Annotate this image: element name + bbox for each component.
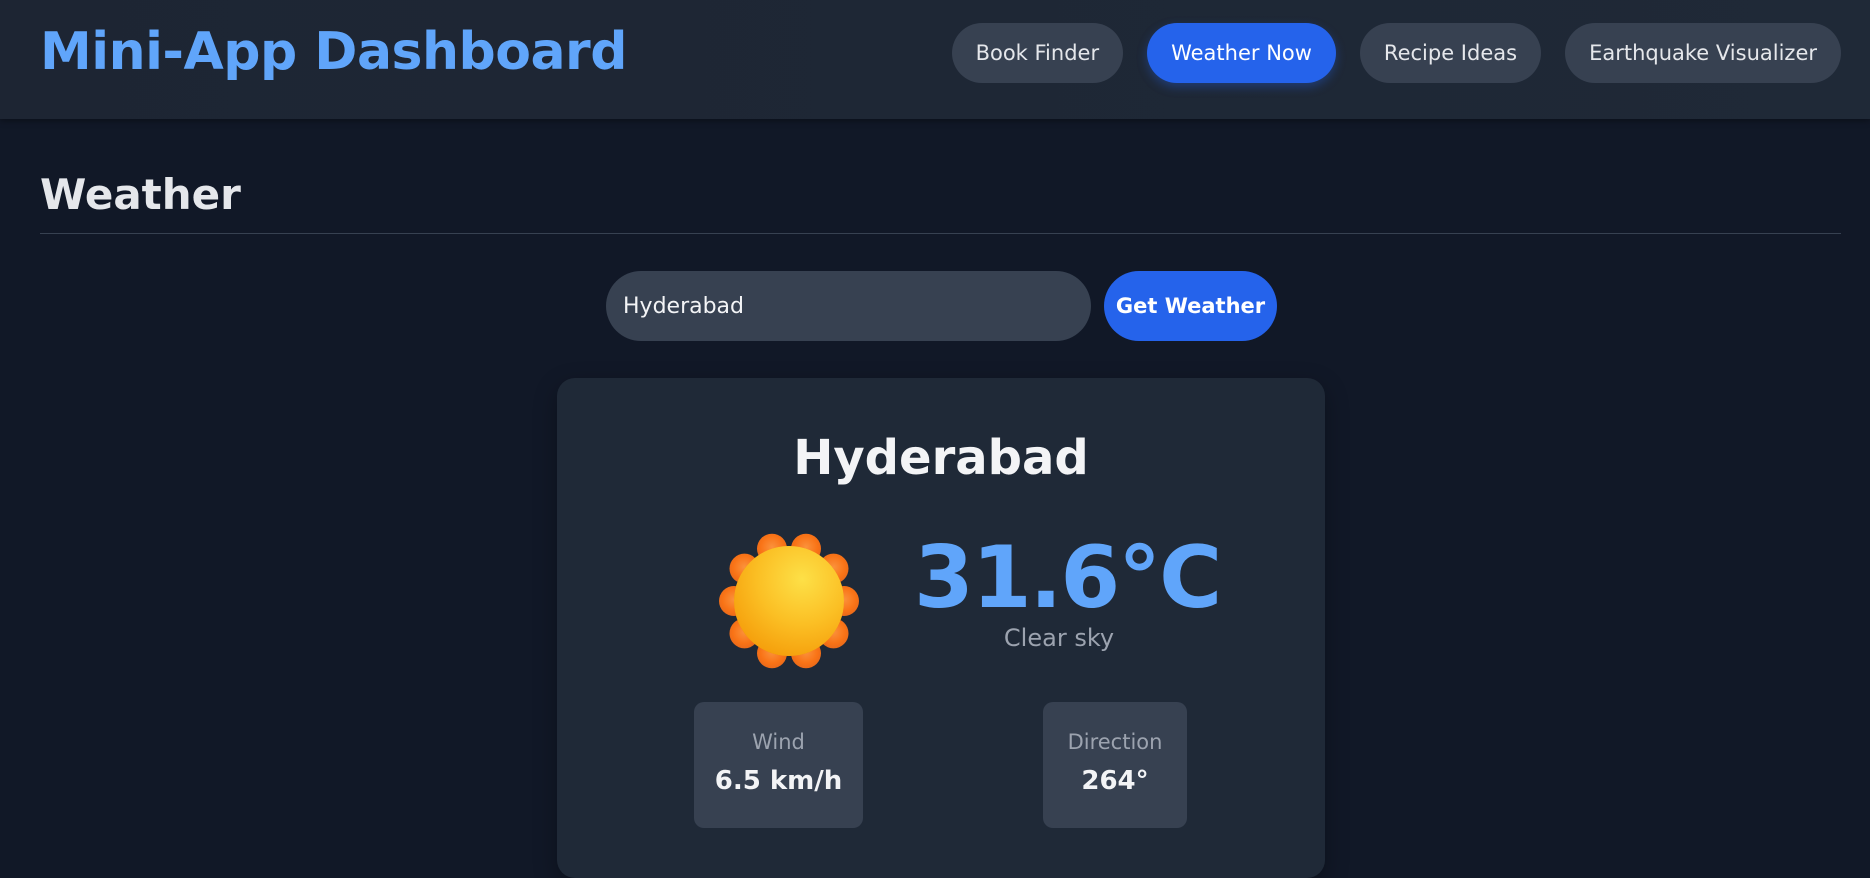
get-weather-button[interactable]: Get Weather [1104, 271, 1277, 341]
weather-condition: Clear sky [1003, 624, 1115, 652]
city-name: Hyderabad [793, 430, 1089, 486]
direction-stat: Direction 264° [1043, 702, 1187, 828]
section-divider [40, 233, 1841, 234]
section-title: Weather [40, 170, 241, 219]
temperature-value: 31.6°C [914, 528, 1222, 628]
app-header: Mini-App Dashboard Book Finder Weather N… [0, 0, 1870, 119]
direction-value: 264° [1081, 766, 1149, 796]
nav-book-finder[interactable]: Book Finder [951, 23, 1124, 83]
nav-earthquake-visualizer[interactable]: Earthquake Visualizer [1565, 23, 1841, 83]
nav-weather-now[interactable]: Weather Now [1147, 23, 1336, 83]
sun-icon [719, 530, 859, 672]
app-title: Mini-App Dashboard [40, 22, 627, 82]
main-nav: Book Finder Weather Now Recipe Ideas Ear… [951, 23, 1841, 83]
direction-label: Direction [1067, 730, 1163, 754]
wind-value: 6.5 km/h [714, 766, 843, 796]
nav-recipe-ideas[interactable]: Recipe Ideas [1359, 23, 1542, 83]
wind-label: Wind [752, 730, 805, 754]
wind-stat: Wind 6.5 km/h [694, 702, 863, 828]
weather-card: Hyderabad 31.6°C Clear sky Wind 6.5 km/h… [557, 378, 1325, 878]
city-search-input[interactable] [606, 271, 1091, 341]
